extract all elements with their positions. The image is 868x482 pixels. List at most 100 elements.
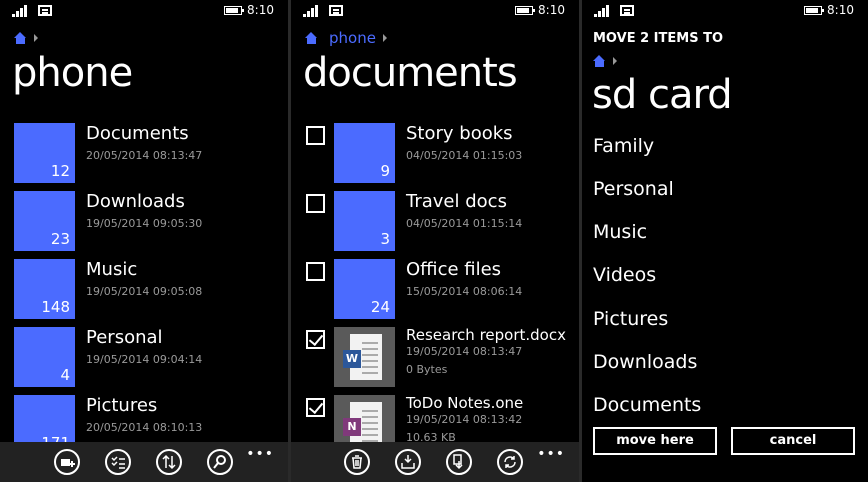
- folder-tile: 23: [14, 191, 75, 251]
- page-title: phone: [12, 50, 133, 96]
- breadcrumb-chevron-icon: [613, 57, 617, 65]
- more-options-icon[interactable]: •••: [246, 446, 274, 462]
- folder-tile: 148: [14, 259, 75, 319]
- cancel-button[interactable]: cancel: [731, 427, 855, 455]
- item-date: 15/05/2014 08:06:14: [406, 285, 523, 298]
- item-count: 12: [50, 162, 70, 180]
- item-name: Music: [86, 259, 138, 280]
- item-count: 24: [370, 298, 390, 316]
- delete-icon[interactable]: [344, 449, 370, 475]
- destination-folder[interactable]: Downloads: [593, 351, 697, 373]
- folder-tile: 4: [14, 327, 75, 387]
- item-date: 20/05/2014 08:10:13: [86, 421, 203, 434]
- home-icon[interactable]: [305, 32, 318, 44]
- item-name: Research report.docx: [406, 326, 566, 344]
- item-checkbox[interactable]: [306, 126, 325, 145]
- item-date: 19/05/2014 09:05:08: [86, 285, 203, 298]
- signal-icon: [12, 5, 32, 17]
- status-bar: 8:10: [291, 0, 579, 22]
- new-folder-icon[interactable]: [54, 449, 80, 475]
- search-icon[interactable]: [207, 449, 233, 475]
- move-destination-panel: 8:10 MOVE 2 ITEMS TO sd card Family Pers…: [582, 0, 868, 482]
- item-size: 0 Bytes: [406, 363, 448, 376]
- network-icon: [38, 5, 52, 16]
- home-icon[interactable]: [593, 55, 606, 67]
- network-icon: [620, 5, 634, 16]
- destination-folder[interactable]: Family: [593, 135, 654, 157]
- item-name: Travel docs: [406, 191, 507, 212]
- select-icon[interactable]: [105, 449, 131, 475]
- folder-tile: 12: [14, 123, 75, 183]
- destination-folder[interactable]: Pictures: [593, 308, 668, 330]
- item-date: 19/05/2014 08:13:42: [406, 413, 523, 426]
- breadcrumb: phone: [305, 29, 387, 47]
- item-name: Downloads: [86, 191, 185, 212]
- app-bar: •••: [0, 442, 288, 482]
- item-name: Story books: [406, 123, 513, 144]
- destination-folder[interactable]: Documents: [593, 394, 701, 416]
- destination-folder[interactable]: Personal: [593, 178, 674, 200]
- item-name: Pictures: [86, 395, 158, 416]
- documents-folder-panel: 8:10 phone documents 9 Story books 04/05…: [291, 0, 579, 482]
- list-item[interactable]: 9 Story books 04/05/2014 01:15:03: [334, 123, 579, 185]
- page-title: sd card: [592, 72, 733, 118]
- network-icon: [329, 5, 343, 16]
- destination-folder[interactable]: Music: [593, 221, 647, 243]
- item-date: 04/05/2014 01:15:14: [406, 217, 523, 230]
- breadcrumb: [14, 30, 38, 46]
- word-file-thumbnail: W: [334, 327, 395, 387]
- item-checkbox-checked[interactable]: [306, 330, 325, 349]
- item-checkbox[interactable]: [306, 262, 325, 281]
- move-here-button[interactable]: move here: [593, 427, 717, 455]
- status-bar: 8:10: [582, 0, 868, 22]
- item-checkbox[interactable]: [306, 194, 325, 213]
- item-count: 23: [50, 230, 70, 248]
- item-name: Personal: [86, 327, 163, 348]
- item-date: 20/05/2014 08:13:47: [86, 149, 203, 162]
- copy-icon[interactable]: [446, 449, 472, 475]
- clock: 8:10: [247, 3, 274, 17]
- status-bar: 8:10: [0, 0, 288, 22]
- move-heading: MOVE 2 ITEMS TO: [593, 31, 724, 46]
- list-item[interactable]: 4 Personal 19/05/2014 09:04:14: [14, 327, 288, 389]
- home-icon[interactable]: [14, 32, 27, 44]
- signal-icon: [594, 5, 614, 17]
- list-item[interactable]: 12 Documents 20/05/2014 08:13:47: [14, 123, 288, 185]
- item-date: 19/05/2014 08:13:47: [406, 345, 523, 358]
- battery-icon: [804, 6, 824, 15]
- onenote-icon: N: [343, 418, 361, 436]
- item-count: 4: [60, 366, 70, 384]
- move-icon[interactable]: [395, 449, 421, 475]
- item-date: 19/05/2014 09:05:30: [86, 217, 203, 230]
- signal-icon: [303, 5, 323, 17]
- clock: 8:10: [538, 3, 565, 17]
- item-name: Documents: [86, 123, 189, 144]
- more-options-icon[interactable]: •••: [537, 446, 565, 462]
- folder-tile: 24: [334, 259, 395, 319]
- item-checkbox-checked[interactable]: [306, 398, 325, 417]
- list-item[interactable]: 24 Office files 15/05/2014 08:06:14: [334, 259, 579, 321]
- item-name: Office files: [406, 259, 502, 280]
- breadcrumb-chevron-icon: [34, 34, 38, 42]
- sync-icon[interactable]: [497, 449, 523, 475]
- folder-tile: 9: [334, 123, 395, 183]
- list-item[interactable]: 3 Travel docs 04/05/2014 01:15:14: [334, 191, 579, 253]
- battery-icon: [224, 6, 244, 15]
- list-item[interactable]: 148 Music 19/05/2014 09:05:08: [14, 259, 288, 321]
- battery-icon: [515, 6, 535, 15]
- folder-tile: 3: [334, 191, 395, 251]
- item-count: 9: [380, 162, 390, 180]
- sort-icon[interactable]: [156, 449, 182, 475]
- breadcrumb-link[interactable]: phone: [329, 29, 376, 47]
- page-title: documents: [303, 50, 518, 96]
- item-count: 148: [41, 298, 70, 316]
- phone-folder-panel: 8:10 phone 12 Documents 20/05/2014 08:13…: [0, 0, 288, 482]
- item-count: 3: [380, 230, 390, 248]
- word-icon: W: [343, 350, 361, 368]
- list-item[interactable]: W Research report.docx 19/05/2014 08:13:…: [334, 326, 579, 389]
- item-date: 19/05/2014 09:04:14: [86, 353, 203, 366]
- destination-folder[interactable]: Videos: [593, 264, 656, 286]
- app-bar: •••: [291, 442, 579, 482]
- list-item[interactable]: 23 Downloads 19/05/2014 09:05:30: [14, 191, 288, 253]
- item-name: ToDo Notes.one: [406, 394, 524, 412]
